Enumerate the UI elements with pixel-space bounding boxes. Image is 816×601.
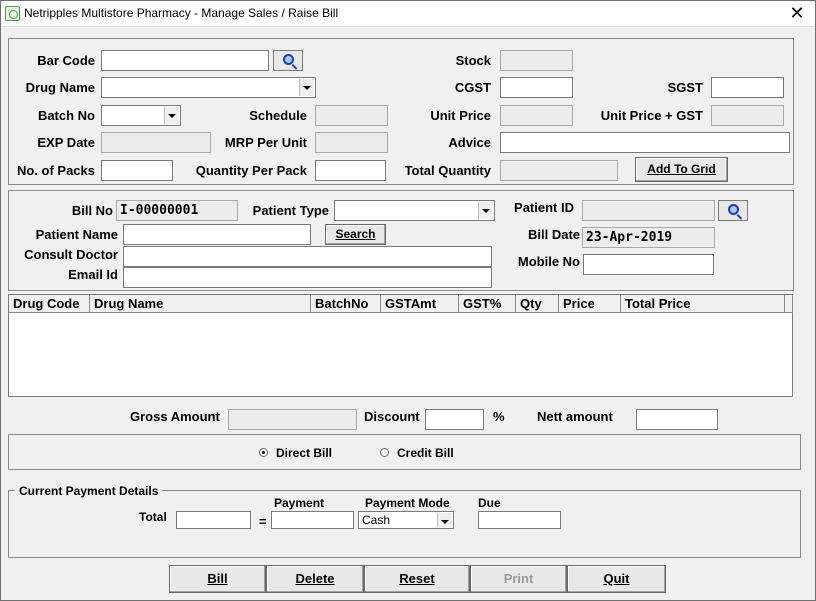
mobile-no-input[interactable] xyxy=(583,254,714,275)
quit-button[interactable]: Quit xyxy=(567,565,666,593)
email-label: Email Id xyxy=(68,267,118,282)
unit-price-gst-field xyxy=(711,105,784,126)
patient-id-field xyxy=(582,200,715,221)
add-to-grid-button[interactable]: Add To Grid xyxy=(635,157,728,182)
schedule-label: Schedule xyxy=(249,108,307,123)
stock-label: Stock xyxy=(455,53,491,68)
bill-date-label: Bill Date xyxy=(527,227,580,242)
gross-amount-label: Gross Amount xyxy=(130,409,220,424)
qty-per-pack-label: Quantity Per Pack xyxy=(195,163,307,178)
unit-price-gst-label: Unit Price + GST xyxy=(600,108,703,123)
patient-type-label: Patient Type xyxy=(252,203,329,218)
exp-date-field xyxy=(101,132,211,153)
nett-amount-field[interactable] xyxy=(636,409,718,430)
chevron-down-icon[interactable] xyxy=(299,79,314,96)
column-header[interactable]: Price xyxy=(559,295,621,313)
bill-no-field: I-00000001 xyxy=(116,200,238,221)
total-label: Total xyxy=(139,510,167,524)
direct-bill-radio[interactable] xyxy=(259,448,268,457)
drug-name-label: Drug Name xyxy=(25,80,95,95)
consult-doctor-input[interactable] xyxy=(123,246,492,267)
bill-button[interactable]: Bill xyxy=(169,565,266,593)
credit-bill-label[interactable]: Credit Bill xyxy=(397,446,454,460)
mobile-no-label: Mobile No xyxy=(517,254,580,269)
column-header[interactable]: GSTAmt xyxy=(381,295,459,313)
credit-bill-radio[interactable] xyxy=(380,448,389,457)
patient-name-input[interactable] xyxy=(123,224,311,245)
window-title: Netripples Multistore Pharmacy - Manage … xyxy=(24,6,339,20)
barcode-label: Bar Code xyxy=(37,53,95,68)
advice-label: Advice xyxy=(448,135,491,150)
drug-name-dropdown[interactable] xyxy=(101,77,316,98)
search-button[interactable]: Search xyxy=(325,224,386,245)
drug-grid[interactable]: Drug Code Drug Name BatchNo GSTAmt GST% … xyxy=(8,294,793,397)
payment-mode-label: Payment Mode xyxy=(365,496,450,510)
payment-mode-dropdown[interactable]: Cash xyxy=(358,511,454,529)
delete-button[interactable]: Delete xyxy=(266,565,364,593)
mrp-per-unit-field xyxy=(315,132,388,153)
search-icon xyxy=(728,204,739,215)
equals-label: = xyxy=(259,514,267,529)
patient-id-search-button[interactable] xyxy=(718,200,748,221)
chevron-down-icon[interactable] xyxy=(437,513,452,527)
total-quantity-label: Total Quantity xyxy=(404,163,491,178)
total-quantity-field xyxy=(500,160,618,181)
patient-name-label: Patient Name xyxy=(35,227,118,242)
patient-type-dropdown[interactable] xyxy=(334,200,495,221)
grid-header: Drug Code Drug Name BatchNo GSTAmt GST% … xyxy=(9,295,794,313)
nett-amount-label: Nett amount xyxy=(537,409,613,424)
no-of-packs-label: No. of Packs xyxy=(16,163,95,178)
direct-bill-label[interactable]: Direct Bill xyxy=(276,446,332,460)
title-bar: Netripples Multistore Pharmacy - Manage … xyxy=(1,1,815,27)
sgst-label: SGST xyxy=(667,80,703,95)
chevron-down-icon[interactable] xyxy=(164,107,179,124)
column-header[interactable]: Qty xyxy=(516,295,559,313)
print-button: Print xyxy=(470,565,567,593)
payment-mode-value: Cash xyxy=(362,513,391,527)
column-header[interactable]: GST% xyxy=(459,295,516,313)
gross-amount-field xyxy=(228,409,357,430)
barcode-search-button[interactable] xyxy=(273,50,303,71)
stock-field xyxy=(500,50,573,71)
payment-group-title: Current Payment Details xyxy=(15,484,163,498)
schedule-field xyxy=(315,105,388,126)
reset-button[interactable]: Reset xyxy=(364,565,470,593)
batch-no-dropdown[interactable] xyxy=(101,105,181,126)
qty-per-pack-input[interactable] xyxy=(315,160,386,181)
batch-no-label: Batch No xyxy=(37,108,95,123)
discount-input[interactable] xyxy=(425,409,484,430)
percent-label: % xyxy=(493,409,505,424)
chevron-down-icon[interactable] xyxy=(478,202,493,219)
payment-input[interactable] xyxy=(271,511,354,529)
search-icon xyxy=(283,54,294,65)
due-input[interactable] xyxy=(478,511,561,529)
discount-label: Discount xyxy=(364,409,420,424)
consult-doctor-label: Consult Doctor xyxy=(24,247,118,262)
close-icon[interactable]: ✕ xyxy=(787,3,807,24)
sgst-input[interactable] xyxy=(711,77,784,98)
email-input[interactable] xyxy=(123,267,492,288)
column-header[interactable]: Total Price xyxy=(621,295,785,313)
payment-label: Payment xyxy=(274,496,325,510)
unit-price-label: Unit Price xyxy=(430,108,491,123)
bill-no-label: Bill No xyxy=(71,203,113,218)
column-header[interactable]: BatchNo xyxy=(311,295,381,313)
unit-price-field xyxy=(500,105,573,126)
mrp-per-unit-label: MRP Per Unit xyxy=(224,135,307,150)
column-header[interactable]: Drug Name xyxy=(90,295,311,313)
exp-date-label: EXP Date xyxy=(37,135,95,150)
no-of-packs-input[interactable] xyxy=(101,160,173,181)
app-logo-icon xyxy=(5,6,20,21)
cgst-input[interactable] xyxy=(500,77,573,98)
due-label: Due xyxy=(478,496,501,510)
sales-window: Netripples Multistore Pharmacy - Manage … xyxy=(0,0,816,601)
total-input[interactable] xyxy=(176,511,251,529)
advice-input[interactable] xyxy=(500,132,790,153)
barcode-input[interactable] xyxy=(101,50,269,71)
bill-date-field: 23-Apr-2019 xyxy=(582,227,715,248)
column-header-spacer xyxy=(785,295,793,313)
patient-id-label: Patient ID xyxy=(514,200,574,215)
cgst-label: CGST xyxy=(454,80,491,95)
column-header[interactable]: Drug Code xyxy=(9,295,90,313)
